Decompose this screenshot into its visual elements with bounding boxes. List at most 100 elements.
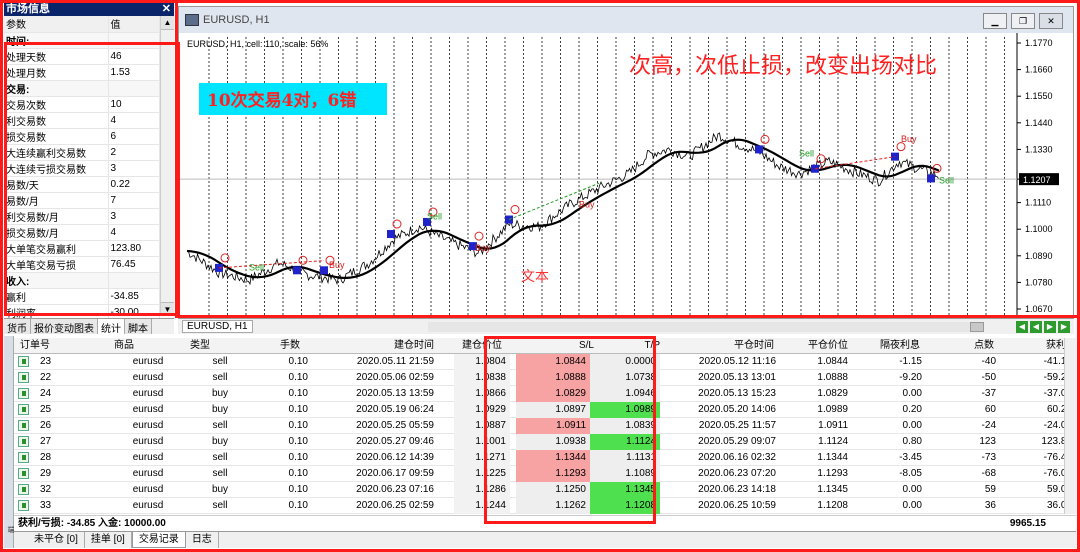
cell-sl: 1.0938 [516, 434, 590, 450]
cell-open-price: 1.1244 [454, 498, 510, 514]
chart-window-icon [185, 14, 199, 26]
terminal-tab[interactable]: 交易记录 [131, 532, 186, 548]
column-header[interactable]: 订单号 [20, 338, 90, 354]
market-info-row: 利交易数/月 3 [4, 208, 160, 225]
order-icon [18, 404, 29, 415]
column-header[interactable]: 平仓时间 [708, 338, 774, 354]
terminal-tabs: 未平仓 [0] 挂单 [0] 交易记录 日志 [14, 531, 1076, 548]
column-header[interactable]: T/P [640, 338, 660, 354]
close-icon[interactable]: ✕ [162, 2, 171, 16]
param-label: 大连续亏损交易数 [4, 160, 109, 177]
table-row[interactable]: 22 eurusd sell 0.10 2020.05.06 02:59 1.0838 1.… [14, 370, 1076, 386]
cell-type: buy [211, 436, 229, 447]
table-row[interactable]: 24 eurusd buy 0.10 2020.05.13 13:59 1.0866 1.0… [14, 386, 1076, 402]
trade-label-buy: Buy [901, 134, 917, 144]
cell-swap: -3.45 [899, 452, 922, 463]
market-info-row: 收入: [4, 272, 160, 289]
price-chart[interactable]: 1.1770 1.1660 1.1550 1.1440 1.1330 1.1207 1.11… [179, 33, 1073, 317]
market-tab[interactable]: 统计 [98, 319, 125, 335]
price-tick-label: 1.1110 [1025, 198, 1051, 208]
nav-prev-icon[interactable]: ◀ [1030, 321, 1042, 333]
cell-sl: 1.0888 [516, 370, 590, 386]
market-tab[interactable]: 报价变动图表 [31, 319, 98, 335]
terminal-scrollbar[interactable] [1064, 338, 1076, 514]
chart-tab-eurusd[interactable]: EURUSD, H1 [182, 320, 253, 333]
column-header[interactable]: 建仓时间 [338, 338, 434, 354]
table-row[interactable]: 32 eurusd buy 0.10 2020.06.23 07:16 1.1286 1.1… [14, 482, 1076, 498]
market-info-scrollbar[interactable]: ▲ ▼ [160, 16, 174, 316]
table-row[interactable]: 23 eurusd sell 0.10 2020.05.11 21:59 1.0804 1.… [14, 354, 1076, 370]
column-header[interactable]: 隔夜利息 [878, 338, 920, 354]
scroll-up-icon[interactable]: ▲ [161, 16, 174, 30]
table-row[interactable]: 28 eurusd sell 0.10 2020.06.12 14:39 1.1271 1.… [14, 450, 1076, 466]
table-row[interactable]: 33 eurusd sell 0.10 2020.06.25 02:59 1.1244 1.… [14, 498, 1076, 514]
cell-points: 36 [984, 500, 996, 511]
table-row[interactable]: 25 eurusd buy 0.10 2020.05.19 06:24 1.0929 1.0… [14, 402, 1076, 418]
cell-open-time: 2020.05.06 02:59 [356, 372, 434, 383]
trade-label-sell: Sell [939, 175, 954, 185]
param-label: 大连续赢利交易数 [4, 144, 109, 161]
column-header[interactable]: 获利 [1028, 338, 1066, 354]
cell-close-price: 1.1124 [818, 436, 848, 447]
param-label: 收入: [4, 272, 109, 289]
param-label: 损交易数/月 [4, 224, 109, 241]
annotation-box-text: 10次交易4对，6错 [207, 90, 356, 111]
cell-symbol: eurusd [132, 468, 164, 479]
param-label: 利交易数/月 [4, 208, 109, 225]
nav-first-icon[interactable]: ◀ [1016, 321, 1028, 333]
cell-tp: 0.0000 [590, 354, 660, 370]
close-window-icon[interactable]: ✕ [1039, 13, 1063, 29]
chart-tab-bar: EURUSD, H1 ◀ ◀ ▶ ▶ [178, 318, 1074, 334]
terminal-tab[interactable]: 未平仓 [0] [28, 532, 85, 548]
trade-marker [320, 266, 328, 275]
price-tick-label: 1.0780 [1025, 277, 1053, 287]
cell-sl: 1.1250 [516, 482, 590, 498]
market-info-row: 大连续赢利交易数 2 [4, 144, 160, 161]
cell-lots: 0.10 [288, 372, 308, 383]
cell-lots: 0.10 [288, 468, 308, 479]
cell-type: sell [212, 468, 228, 479]
nav-last-icon[interactable]: ▶ [1058, 321, 1070, 333]
table-row[interactable]: 29 eurusd sell 0.10 2020.06.17 09:59 1.1225 1.… [14, 466, 1076, 482]
param-value: 2 [108, 144, 160, 161]
nav-next-icon[interactable]: ▶ [1044, 321, 1056, 333]
column-header[interactable]: 建仓价位 [448, 338, 502, 354]
market-info-titlebar: 市场信息 ✕ [4, 2, 174, 16]
table-row[interactable]: 26 eurusd sell 0.10 2020.05.25 05:59 1.0887 1.… [14, 418, 1076, 434]
chart-scrollbar[interactable] [428, 322, 984, 332]
market-info-header-row: 参数 值 [4, 16, 160, 33]
column-header[interactable]: S/L [568, 338, 594, 354]
value-header: 值 [108, 16, 160, 33]
column-header[interactable]: 类型 [190, 338, 240, 354]
minimize-icon[interactable]: ▁ [983, 13, 1007, 29]
market-tab[interactable]: 货币 [4, 319, 31, 335]
cell-close-time: 2020.05.12 11:16 [698, 356, 776, 367]
cell-tp: 1.1124 [590, 434, 660, 450]
cell-open-price: 1.0929 [454, 402, 510, 418]
market-info-row: 大单笔交易赢利 123.80 [4, 240, 160, 257]
param-value [108, 32, 160, 49]
param-value: 4 [108, 224, 160, 241]
table-row[interactable]: 27 eurusd buy 0.10 2020.05.27 09:46 1.1001 1.0… [14, 434, 1076, 450]
cell-symbol: eurusd [132, 388, 164, 399]
restore-icon[interactable]: ❐ [1011, 13, 1035, 29]
market-info-row: 交易: [4, 80, 160, 97]
chart-annotation-text: 文本 [521, 269, 549, 285]
terminal-tab[interactable]: 日志 [186, 532, 219, 548]
column-header[interactable]: 手数 [278, 338, 300, 354]
cell-type: buy [211, 388, 229, 399]
cell-swap: 0.00 [902, 484, 922, 495]
chart-scroll-thumb[interactable] [970, 322, 984, 332]
market-tab[interactable]: 脚本 [125, 319, 152, 335]
column-header[interactable]: 商品 [114, 338, 174, 354]
column-header[interactable]: 点数 [958, 338, 994, 354]
cell-tp: 1.0989 [590, 402, 660, 418]
cell-close-time: 2020.06.16 02:32 [698, 452, 776, 463]
param-value: 0.22 [108, 176, 160, 193]
trade-label-buy: Buy [579, 199, 595, 209]
scroll-down-icon[interactable]: ▼ [161, 302, 174, 316]
trade-label-sell: Sell [427, 212, 442, 222]
cell-close-time: 2020.06.23 07:20 [698, 468, 776, 479]
terminal-tab[interactable]: 挂单 [0] [85, 532, 132, 548]
column-header[interactable]: 平仓价位 [808, 338, 848, 354]
